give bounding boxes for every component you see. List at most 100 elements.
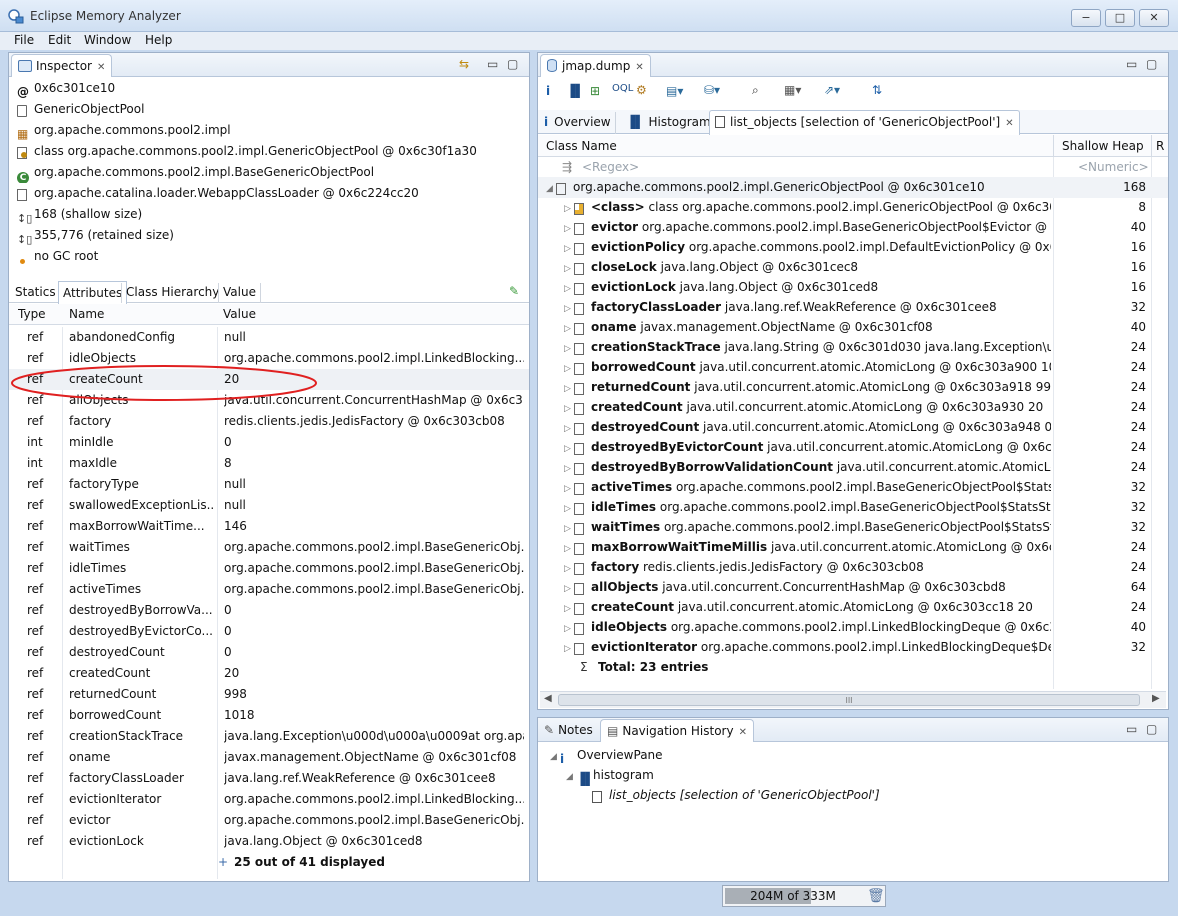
- expand-icon[interactable]: ▷: [564, 219, 574, 238]
- maximize-view-icon[interactable]: ▢: [1146, 57, 1157, 71]
- collapse-icon[interactable]: ◢: [546, 179, 556, 198]
- expand-icon[interactable]: ▷: [564, 639, 574, 658]
- expand-icon[interactable]: ▷: [564, 279, 574, 298]
- table-row[interactable]: ▷ factoryClassLoader java.lang.ref.WeakRe…: [538, 297, 1168, 318]
- table-row[interactable]: ▷ idleObjects org.apache.commons.pool2.im…: [538, 617, 1168, 638]
- table-row[interactable]: ref factoryType null: [9, 474, 529, 495]
- tab-navigation-history[interactable]: ▤ Navigation History ✕: [600, 719, 754, 742]
- horizontal-scrollbar[interactable]: ◀ III ▶: [540, 691, 1166, 708]
- expand-icon[interactable]: ▷: [564, 379, 574, 398]
- table-row[interactable]: ▷ createdCount java.util.concurrent.atomi…: [538, 397, 1168, 418]
- overview-icon[interactable]: i: [546, 84, 550, 98]
- scroll-left-icon[interactable]: ◀: [544, 693, 552, 704]
- table-row[interactable]: ▷ <class> class org.apache.commons.pool2.…: [538, 197, 1168, 218]
- column-retained-heap[interactable]: R: [1156, 135, 1164, 156]
- close-button[interactable]: ✕: [1139, 9, 1169, 27]
- collapse-icon[interactable]: ◢: [566, 767, 576, 786]
- oql-icon[interactable]: OQL: [612, 83, 633, 94]
- table-row[interactable]: ref destroyedByEvictorCo... 0: [9, 621, 529, 642]
- table-row[interactable]: ref evictionLock java.lang.Object @ 0x6c30…: [9, 831, 529, 852]
- table-row[interactable]: ref createdCount 20: [9, 663, 529, 684]
- table-row[interactable]: ▷ allObjects java.util.concurrent.Concurr…: [538, 577, 1168, 598]
- table-row[interactable]: ref swallowedExceptionLis... null: [9, 495, 529, 516]
- table-row[interactable]: ref idleTimes org.apache.commons.pool2.imp…: [9, 558, 529, 579]
- query-browser-icon[interactable]: ⛁▾: [704, 83, 720, 97]
- search-icon[interactable]: ⌕: [752, 83, 759, 98]
- regex-filter-input[interactable]: <Regex>: [582, 157, 639, 178]
- minimize-view-icon[interactable]: ▭: [487, 57, 498, 71]
- table-row[interactable]: ▷ evictionPolicy org.apache.commons.pool2…: [538, 237, 1168, 258]
- table-row[interactable]: ref allObjects java.util.concurrent.Concur…: [9, 390, 529, 411]
- table-row[interactable]: ▷ destroyedByBorrowValidationCount java.u…: [538, 457, 1168, 478]
- scroll-right-icon[interactable]: ▶: [1152, 693, 1160, 704]
- history-item[interactable]: list_objects [selection of 'GenericObjec…: [582, 785, 1142, 806]
- column-class-name[interactable]: Class Name: [546, 135, 617, 156]
- table-row[interactable]: ref createCount 20: [9, 369, 529, 390]
- table-row[interactable]: ▷ activeTimes org.apache.commons.pool2.im…: [538, 477, 1168, 498]
- table-row[interactable]: ▷ factory redis.clients.jedis.JedisFactor…: [538, 557, 1168, 578]
- expand-icon[interactable]: ▷: [564, 359, 574, 378]
- expand-icon[interactable]: ▷: [564, 619, 574, 638]
- table-row[interactable]: ref borrowedCount 1018: [9, 705, 529, 726]
- close-tab-icon[interactable]: ✕: [97, 62, 105, 73]
- expand-icon[interactable]: ▷: [564, 319, 574, 338]
- close-tab-icon[interactable]: ✕: [1005, 118, 1013, 129]
- column-shallow-heap[interactable]: Shallow Heap: [1062, 135, 1144, 156]
- expand-icon[interactable]: ▷: [564, 299, 574, 318]
- tab-overview[interactable]: i Overview: [540, 112, 616, 134]
- menu-window[interactable]: Window: [84, 33, 131, 47]
- tab-attributes[interactable]: Attributes: [58, 281, 128, 304]
- table-row[interactable]: ▷ oname javax.management.ObjectName @ 0x6…: [538, 317, 1168, 338]
- table-row[interactable]: ref creationStackTrace java.lang.Exception…: [9, 726, 529, 747]
- tab-list-objects[interactable]: list_objects [selection of 'GenericObjec…: [709, 110, 1020, 135]
- expand-icon[interactable]: ▷: [564, 439, 574, 458]
- table-row[interactable]: ref factory redis.clients.jedis.JedisFacto…: [9, 411, 529, 432]
- table-row[interactable]: ▷ waitTimes org.apache.commons.pool2.impl…: [538, 517, 1168, 538]
- table-row[interactable]: ▷ evictionIterator org.apache.commons.poo…: [538, 637, 1168, 658]
- column-type[interactable]: Type: [18, 304, 46, 325]
- link-with-editor-icon[interactable]: ⇆: [459, 57, 469, 71]
- menu-file[interactable]: File: [14, 33, 34, 47]
- expand-icon[interactable]: ▷: [564, 599, 574, 618]
- menu-edit[interactable]: Edit: [48, 33, 71, 47]
- table-row[interactable]: ▷ createCount java.util.concurrent.atomic…: [538, 597, 1168, 618]
- table-row[interactable]: ▷ idleTimes org.apache.commons.pool2.impl…: [538, 497, 1168, 518]
- close-tab-icon[interactable]: ✕: [739, 727, 747, 738]
- pin-icon[interactable]: ✎: [509, 284, 519, 298]
- maximize-view-icon[interactable]: ▢: [507, 57, 518, 71]
- expand-more-icon[interactable]: +: [218, 852, 228, 873]
- table-row[interactable]: ref destroyedByBorrowVa... 0: [9, 600, 529, 621]
- expand-icon[interactable]: ▷: [564, 199, 574, 218]
- histogram-icon[interactable]: ▐▌: [566, 84, 584, 98]
- numeric-filter-input[interactable]: <Numeric>: [1078, 157, 1148, 178]
- expand-icon[interactable]: ▷: [564, 239, 574, 258]
- expand-icon[interactable]: ▷: [564, 479, 574, 498]
- tab-inspector[interactable]: Inspector ✕: [11, 54, 113, 77]
- menu-help[interactable]: Help: [145, 33, 172, 47]
- expand-icon[interactable]: ▷: [564, 539, 574, 558]
- gc-trash-icon[interactable]: 🗑: [867, 888, 885, 904]
- column-name[interactable]: Name: [69, 304, 104, 325]
- expand-icon[interactable]: ▷: [564, 499, 574, 518]
- table-row[interactable]: int minIdle 0: [9, 432, 529, 453]
- expand-icon[interactable]: ▷: [564, 259, 574, 278]
- expand-icon[interactable]: ▷: [564, 419, 574, 438]
- tab-value[interactable]: Value: [218, 283, 261, 303]
- table-row[interactable]: ref waitTimes org.apache.commons.pool2.imp…: [9, 537, 529, 558]
- table-row[interactable]: ▷ destroyedByEvictorCount java.util.concu…: [538, 437, 1168, 458]
- table-row[interactable]: ref abandonedConfig null: [9, 327, 529, 348]
- run-report-icon[interactable]: ▤▾: [666, 84, 683, 98]
- tab-notes[interactable]: ✎ Notes: [540, 721, 597, 742]
- expand-icon[interactable]: ▷: [564, 579, 574, 598]
- tab-class-hierarchy[interactable]: Class Hierarchy: [121, 283, 223, 303]
- collapse-icon[interactable]: ◢: [550, 747, 560, 766]
- table-row[interactable]: ▷ closeLock java.lang.Object @ 0x6c301cec…: [538, 257, 1168, 278]
- minimize-view-icon[interactable]: ▭: [1126, 722, 1137, 736]
- root-object-row[interactable]: ◢ org.apache.commons.pool2.impl.GenericOb…: [538, 177, 1168, 198]
- tab-statics[interactable]: Statics: [11, 283, 60, 303]
- table-row[interactable]: ▷ borrowedCount java.util.concurrent.atom…: [538, 357, 1168, 378]
- expand-icon[interactable]: ▷: [564, 399, 574, 418]
- scrollbar-thumb[interactable]: III: [558, 694, 1140, 706]
- table-row[interactable]: ref maxBorrowWaitTime... 146: [9, 516, 529, 537]
- settings-icon[interactable]: ⚙: [636, 83, 647, 97]
